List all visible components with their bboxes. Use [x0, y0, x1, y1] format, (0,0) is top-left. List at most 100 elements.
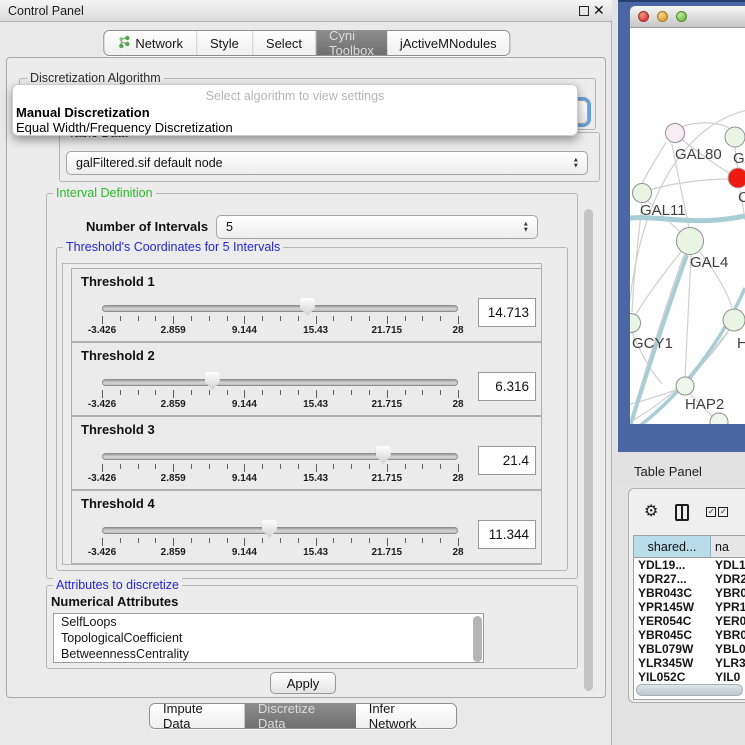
- threshold-value-field[interactable]: [478, 446, 536, 475]
- table-cell[interactable]: YPR1: [711, 600, 745, 614]
- slider-tick: [369, 316, 370, 321]
- slider-tick: [369, 464, 370, 469]
- combo-stepper-icon[interactable]: ▲▼: [523, 222, 529, 233]
- tab-discretize-data[interactable]: Discretize Data: [245, 704, 356, 728]
- table-cell[interactable]: YBR0: [711, 586, 745, 600]
- table-cell[interactable]: YBR0: [711, 628, 745, 642]
- minimize-traffic-light-icon[interactable]: [657, 11, 668, 22]
- table-cell[interactable]: YIL052C: [634, 670, 711, 682]
- table-cell[interactable]: YDR2: [711, 572, 745, 586]
- popup-option[interactable]: Equal Width/Frequency Discretization: [16, 120, 233, 135]
- popup-hint: Select algorithm to view settings: [13, 89, 577, 103]
- slider-tick: [173, 390, 174, 398]
- slider-tick: [316, 538, 317, 546]
- table-horizontal-scrollbar[interactable]: [636, 684, 743, 696]
- table-cell[interactable]: YBL0: [711, 642, 745, 656]
- slider-tick: [155, 390, 156, 395]
- slider-tick-label: 9.144: [232, 325, 257, 336]
- gear-icon[interactable]: ⚙: [644, 504, 658, 520]
- table-cell[interactable]: YBR045C: [634, 628, 711, 642]
- slider-tick-label: 2.859: [161, 547, 186, 558]
- tab-network[interactable]: Network: [104, 31, 197, 55]
- slider-tick-label: 21.715: [372, 399, 403, 410]
- network-view-window[interactable]: GAL80 GA C GAL11 GAL4 GCY1 H HAP2: [618, 0, 745, 452]
- slider-tick: [422, 464, 423, 469]
- column-header[interactable]: na: [711, 536, 745, 557]
- table-cell[interactable]: YLR3: [711, 656, 745, 670]
- slider-track[interactable]: [102, 453, 458, 460]
- table-cell[interactable]: YER0: [711, 614, 745, 628]
- popup-option[interactable]: Manual Discretization: [16, 105, 150, 120]
- threshold-value-field[interactable]: [478, 520, 536, 549]
- slider-tick-label: -3.426: [88, 325, 116, 336]
- table-cell[interactable]: YLR345W: [634, 656, 711, 670]
- table-row[interactable]: YDR27...YDR2: [634, 572, 745, 586]
- zoom-traffic-light-icon[interactable]: [676, 11, 687, 22]
- table-cell[interactable]: YPR145W: [634, 600, 711, 614]
- slider-tick: [458, 538, 459, 546]
- slider-tick: [120, 316, 121, 321]
- list-scrollbar[interactable]: [473, 616, 482, 662]
- slider-tick: [262, 464, 263, 469]
- slider-thumb[interactable]: [376, 446, 391, 464]
- slider-tick-label: 2.859: [161, 399, 186, 410]
- checkbox-icon[interactable]: ✓: [706, 507, 716, 517]
- tab-select[interactable]: Select: [253, 31, 316, 55]
- checkbox-icon[interactable]: ✓: [718, 507, 728, 517]
- tab-style[interactable]: Style: [197, 31, 253, 55]
- table-row[interactable]: YDL19...YDL1: [634, 558, 745, 572]
- slider-tick: [333, 390, 334, 395]
- attribute-list-item[interactable]: BetweennessCentrality: [54, 646, 483, 662]
- panel-scrollbar[interactable]: [584, 209, 593, 691]
- svg-text:GCY1: GCY1: [632, 335, 673, 352]
- slider-thumb[interactable]: [262, 520, 277, 538]
- slider-track[interactable]: [102, 379, 458, 386]
- slider-thumb[interactable]: [205, 372, 220, 390]
- attribute-list-item[interactable]: TopologicalCoefficient: [54, 630, 483, 646]
- control-panel-window: Control Panel ✕ NetworkStyleSelectCyni T…: [0, 0, 612, 745]
- numerical-attributes-list[interactable]: SelfLoopsTopologicalCoefficientBetweenne…: [53, 613, 484, 663]
- attribute-list-item[interactable]: SelfLoops: [54, 614, 483, 630]
- slider-track[interactable]: [102, 305, 458, 312]
- table-cell[interactable]: YBR043C: [634, 586, 711, 600]
- table-row[interactable]: YBL079WYBL0: [634, 642, 745, 656]
- tab-label: Cyni Toolbox: [329, 30, 374, 56]
- table-row[interactable]: YLR345WYLR3: [634, 656, 745, 670]
- table-cell[interactable]: YDR27...: [634, 572, 711, 586]
- table-cell[interactable]: YBL079W: [634, 642, 711, 656]
- apply-button[interactable]: Apply: [270, 672, 336, 694]
- table-cell[interactable]: YER054C: [634, 614, 711, 628]
- table-row[interactable]: YER054CYER0: [634, 614, 745, 628]
- num-intervals-combo[interactable]: 5 ▲▼: [216, 215, 538, 239]
- tab-jactivemnodules[interactable]: jActiveMNodules: [387, 31, 510, 55]
- table-cell[interactable]: YIL0: [711, 670, 745, 682]
- slider-track[interactable]: [102, 527, 458, 534]
- close-traffic-light-icon[interactable]: [638, 11, 649, 22]
- slider-tick: [102, 316, 103, 324]
- table-row[interactable]: YPR145WYPR1: [634, 600, 745, 614]
- tab-infer-network[interactable]: Infer Network: [356, 704, 456, 728]
- table-row[interactable]: YBR043CYBR0: [634, 586, 745, 600]
- float-window-icon[interactable]: [579, 6, 589, 16]
- slider-tick: [333, 464, 334, 469]
- network-window-titlebar[interactable]: [630, 6, 745, 28]
- table-row[interactable]: YBR045CYBR0: [634, 628, 745, 642]
- network-canvas[interactable]: GAL80 GA C GAL11 GAL4 GCY1 H HAP2: [630, 28, 745, 424]
- select-columns-icons[interactable]: ✓ ✓: [706, 507, 728, 517]
- slider-tick-label: 2.859: [161, 325, 186, 336]
- table-cell[interactable]: YDL1: [711, 558, 745, 572]
- tab-cyni-toolbox[interactable]: Cyni Toolbox: [316, 31, 387, 55]
- node-attribute-table[interactable]: shared...na YDL19...YDL1YDR27...YDR2YBR0…: [633, 535, 745, 700]
- threshold-value-field[interactable]: [478, 298, 536, 327]
- table-cell[interactable]: YDL19...: [634, 558, 711, 572]
- column-browser-icon[interactable]: [675, 504, 689, 521]
- combo-stepper-icon[interactable]: ▲▼: [573, 158, 579, 169]
- threshold-label: Threshold 1: [81, 274, 155, 289]
- threshold-value-field[interactable]: [478, 372, 536, 401]
- close-icon[interactable]: ✕: [593, 2, 605, 19]
- table-row[interactable]: YIL052CYIL0: [634, 670, 745, 682]
- table-data-combo[interactable]: galFiltered.sif default node ▲▼: [66, 151, 588, 175]
- column-header[interactable]: shared...: [634, 536, 711, 557]
- tab-impute-data[interactable]: Impute Data: [150, 704, 245, 728]
- slider-thumb[interactable]: [300, 298, 315, 316]
